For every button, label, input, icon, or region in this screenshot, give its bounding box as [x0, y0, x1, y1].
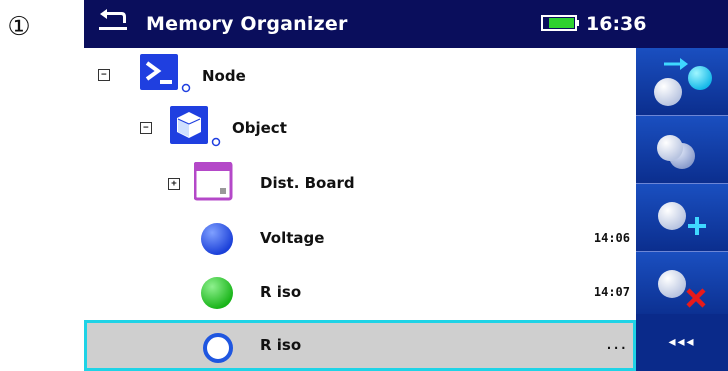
more-options-button[interactable]: ◂◂◂	[636, 314, 728, 371]
clone-measurement-button[interactable]	[636, 116, 728, 184]
clock: 16:36	[586, 13, 647, 35]
tree-object-row[interactable]: − Object	[84, 100, 636, 156]
battery-icon	[541, 15, 579, 31]
collapse-toggle[interactable]: −	[140, 122, 152, 134]
back-icon[interactable]	[96, 6, 130, 36]
memory-tree: − Node − Object + Dist. Board Voltage 14…	[84, 48, 636, 371]
measurement-label: R iso	[260, 283, 302, 301]
tree-node-row[interactable]: − Node	[84, 48, 636, 104]
add-measurement-button[interactable]	[636, 184, 728, 252]
measurement-label: R iso	[260, 336, 302, 354]
collapse-toggle[interactable]: −	[98, 69, 110, 81]
green-circle-icon	[201, 277, 233, 309]
tree-object-label: Object	[232, 119, 287, 137]
page-title: Memory Organizer	[146, 13, 348, 35]
title-bar: Memory Organizer 16:36	[84, 0, 728, 48]
delete-measurement-icon	[658, 270, 706, 308]
empty-circle-icon	[203, 333, 233, 363]
tree-dist-board-label: Dist. Board	[260, 174, 355, 192]
measurement-time: ...	[605, 338, 627, 352]
add-measurement-icon	[658, 202, 706, 235]
go-to-measurement-icon	[654, 58, 712, 106]
go-to-measurement-button[interactable]	[636, 48, 728, 116]
tree-measurement-row[interactable]: Voltage 14:06	[84, 210, 636, 266]
instrument-screen: Memory Organizer 16:36 − Node − Object +…	[84, 0, 728, 371]
tree-measurement-row[interactable]: R iso 14:07	[84, 264, 636, 320]
clone-icon	[657, 135, 695, 169]
node-icon	[140, 54, 191, 93]
step-number-marker: ①	[7, 12, 31, 42]
measurement-label: Voltage	[260, 229, 325, 247]
object-icon	[170, 106, 221, 147]
measurement-time: 14:06	[593, 231, 630, 245]
blue-circle-icon	[201, 223, 233, 255]
tree-node-label: Node	[202, 67, 246, 85]
dist-board-icon	[194, 162, 233, 201]
delete-measurement-button[interactable]	[636, 252, 728, 320]
expand-toggle[interactable]: +	[168, 178, 180, 190]
measurement-time: 14:07	[593, 285, 630, 299]
tree-dist-board-row[interactable]: + Dist. Board	[84, 155, 636, 211]
action-sidebar: ◂◂◂	[636, 48, 728, 371]
tree-measurement-row-selected[interactable]: R iso ...	[84, 320, 636, 371]
